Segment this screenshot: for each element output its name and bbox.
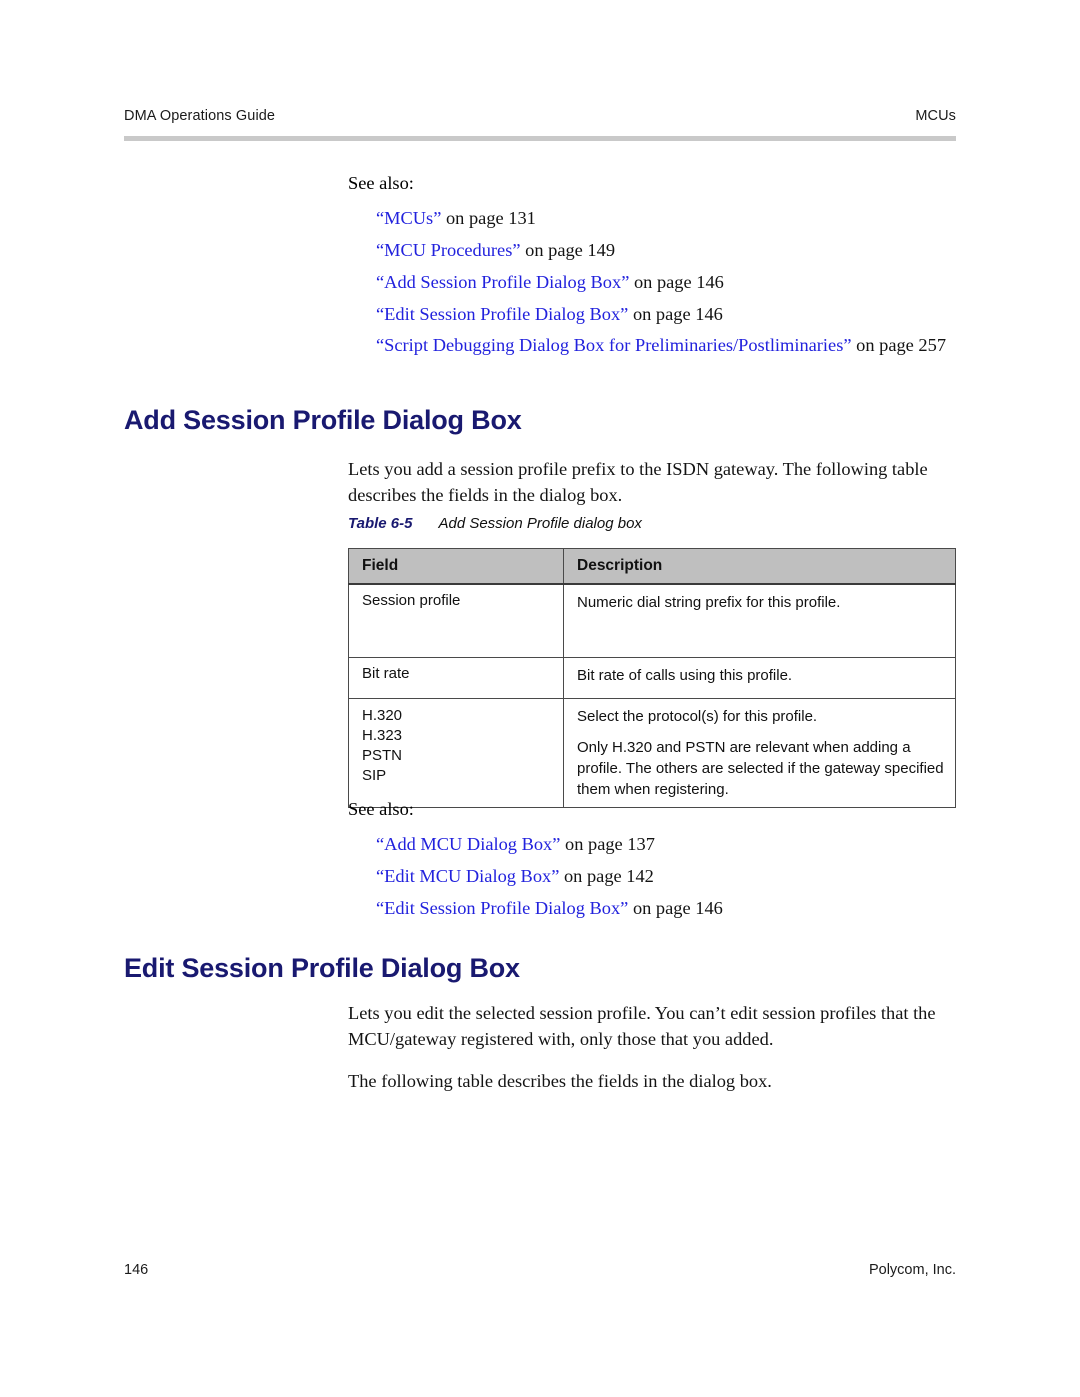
- paragraph: Lets you add a session profile prefix to…: [348, 459, 928, 505]
- column-header-description: Description: [563, 548, 956, 585]
- list-item[interactable]: “Add Session Profile Dialog Box” on page…: [376, 266, 956, 298]
- cell-field: Session profile: [348, 583, 564, 658]
- xref-page: on page 146: [628, 304, 723, 324]
- intro-paragraph-edit: Lets you edit the selected session profi…: [348, 1000, 956, 1094]
- header-divider: [124, 136, 956, 141]
- see-also-block-bottom: See also: “Add MCU Dialog Box” on page 1…: [348, 796, 956, 924]
- paragraph: Lets you edit the selected session profi…: [348, 1003, 936, 1049]
- xref-link[interactable]: “Script Debugging Dialog Box for Prelimi…: [376, 335, 852, 355]
- table-title: Add Session Profile dialog box: [438, 515, 642, 532]
- add-session-profile-table: Field Description Session profile Numeri…: [348, 548, 956, 808]
- xref-link[interactable]: “Edit Session Profile Dialog Box”: [376, 898, 628, 918]
- paragraph: The following table describes the fields…: [348, 1071, 772, 1091]
- table-number: Table 6-5: [348, 515, 413, 532]
- list-item[interactable]: “Edit Session Profile Dialog Box” on pag…: [376, 298, 956, 330]
- xref-link[interactable]: “Edit MCU Dialog Box”: [376, 866, 559, 886]
- see-also-label-bottom: See also:: [348, 799, 414, 819]
- xref-link[interactable]: “Add MCU Dialog Box”: [376, 834, 560, 854]
- footer-company: Polycom, Inc.: [868, 1262, 956, 1278]
- cell-description: Bit rate of calls using this profile.: [563, 657, 956, 699]
- protocol-option: PSTN: [362, 747, 403, 764]
- table-caption: Table 6-5 Add Session Profile dialog box: [348, 515, 642, 532]
- xref-page: on page 257: [851, 335, 947, 355]
- xref-page: on page 137: [560, 834, 655, 854]
- description-paragraph: Select the protocol(s) for this profile.: [577, 708, 818, 725]
- xref-page: on page 131: [441, 208, 536, 228]
- protocol-option: H.320: [362, 707, 403, 724]
- description-paragraph: Bit rate of calls using this profile.: [577, 667, 793, 684]
- protocol-option: SIP: [362, 767, 387, 784]
- xref-link[interactable]: “MCU Procedures”: [376, 240, 521, 260]
- document-page: DMA Operations Guide MCUs See also: “MCU…: [0, 0, 1080, 1397]
- page-title-edit-session-profile: Edit Session Profile Dialog Box: [124, 953, 520, 983]
- table-row: H.320 H.323 PSTN SIP Select the protocol…: [348, 698, 956, 808]
- table-header-row: Field Description: [348, 548, 956, 585]
- page-footer: 146 Polycom, Inc.: [124, 1262, 956, 1278]
- table-row: Bit rate Bit rate of calls using this pr…: [348, 657, 956, 699]
- xref-page: on page 149: [520, 240, 616, 260]
- list-item[interactable]: “Script Debugging Dialog Box for Prelimi…: [376, 330, 956, 360]
- running-header-section: MCUs: [915, 108, 956, 124]
- protocol-option: H.323: [362, 727, 403, 744]
- list-item[interactable]: “Edit Session Profile Dialog Box” on pag…: [376, 892, 956, 924]
- list-item[interactable]: “MCU Procedures” on page 149: [376, 234, 956, 266]
- xref-link[interactable]: “Add Session Profile Dialog Box”: [376, 272, 629, 292]
- xref-page: on page 146: [628, 898, 723, 918]
- table-row: Session profile Numeric dial string pref…: [348, 583, 956, 658]
- see-also-label-top: See also:: [348, 173, 414, 193]
- intro-paragraph-add: Lets you add a session profile prefix to…: [348, 456, 956, 508]
- list-item[interactable]: “Add MCU Dialog Box” on page 137: [376, 828, 956, 860]
- list-item[interactable]: “Edit MCU Dialog Box” on page 142: [376, 860, 956, 892]
- cell-description: Numeric dial string prefix for this prof…: [563, 583, 956, 658]
- cell-field: Bit rate: [348, 657, 564, 699]
- list-item[interactable]: “MCUs” on page 131: [376, 202, 956, 234]
- cell-field-options: H.320 H.323 PSTN SIP: [348, 698, 564, 808]
- xref-page: on page 146: [629, 272, 724, 292]
- column-header-field: Field: [348, 548, 564, 585]
- cell-description: Select the protocol(s) for this profile.…: [563, 698, 956, 808]
- xref-link[interactable]: “Edit Session Profile Dialog Box”: [376, 304, 628, 324]
- description-paragraph: Only H.320 and PSTN are relevant when ad…: [577, 739, 944, 798]
- description-paragraph: Numeric dial string prefix for this prof…: [577, 594, 841, 611]
- xref-page: on page 142: [559, 866, 654, 886]
- cross-reference-list-bottom: “Add MCU Dialog Box” on page 137 “Edit M…: [348, 828, 956, 924]
- footer-page-number: 146: [124, 1262, 149, 1278]
- running-header: DMA Operations Guide MCUs: [124, 108, 956, 124]
- cross-reference-list-top: “MCUs” on page 131 “MCU Procedures” on p…: [348, 202, 956, 360]
- xref-link[interactable]: “MCUs”: [376, 208, 441, 228]
- see-also-block-top: See also: “MCUs” on page 131 “MCU Proced…: [348, 170, 956, 360]
- running-header-title: DMA Operations Guide: [124, 108, 276, 124]
- page-title-add-session-profile: Add Session Profile Dialog Box: [124, 405, 522, 435]
